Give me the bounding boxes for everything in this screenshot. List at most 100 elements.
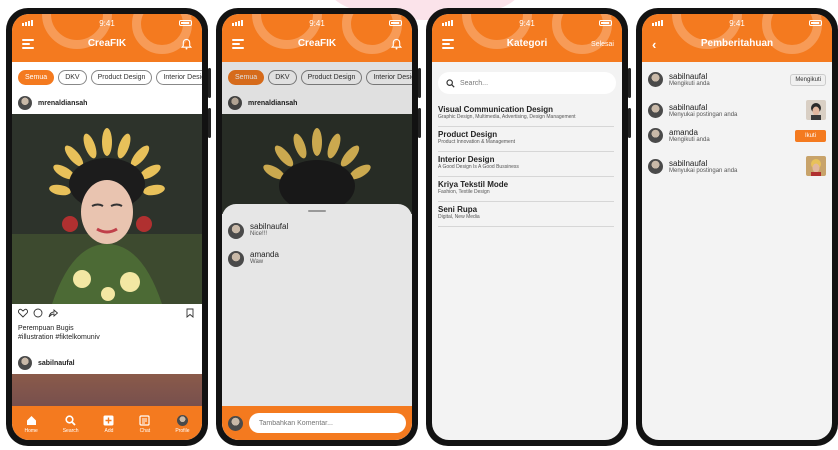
avatar[interactable] [18, 356, 32, 370]
avatar[interactable] [228, 223, 244, 239]
avatar[interactable] [648, 128, 663, 143]
category-item[interactable]: Seni Rupa Digital, New Media [438, 202, 614, 227]
category-subtitle: Product Innovation & Management [438, 139, 515, 145]
notification-action: Menyukai postingan anda [669, 111, 738, 118]
post-thumbnail[interactable] [806, 156, 826, 176]
battery-icon [389, 20, 402, 26]
category-item[interactable]: Interior Design A Good Design Is A Good … [438, 152, 614, 177]
share-icon[interactable] [48, 308, 58, 318]
post-username[interactable]: mrenaldiansah [38, 100, 87, 107]
category-subtitle: Digital, New Media [438, 214, 480, 220]
page-title: Pemberitahuan [700, 38, 774, 49]
category-subtitle: A Good Design Is A Good Bussiness [438, 164, 519, 170]
battery-icon [809, 20, 822, 26]
comment-text: Waw [250, 259, 264, 265]
category-subtitle: Fashion, Textile Design [438, 189, 490, 195]
profile-icon [176, 414, 188, 426]
notification-item[interactable]: sabilnaufal Menyukai postingan anda [648, 100, 826, 120]
comment-author[interactable]: amanda [250, 250, 279, 259]
status-bar: 9:41 [232, 17, 402, 29]
app-bar: 9:41 CreaFIK [12, 14, 202, 62]
notification-user: sabilnaufal [669, 158, 708, 168]
category-chips: Semua DKV Product Design Interior Design [12, 70, 202, 85]
sheet-handle[interactable] [308, 210, 326, 212]
follow-button[interactable]: Ikuti [794, 129, 826, 142]
caption-tags: #illustration #fiktelkomuniv [18, 334, 100, 341]
following-button[interactable]: Mengikuti [790, 73, 826, 86]
app-bar: 9:41 ‹ Pemberitahuan [642, 14, 832, 62]
nav-search[interactable]: Search [63, 414, 79, 434]
post-thumbnail[interactable] [806, 100, 826, 120]
chat-icon [139, 414, 151, 426]
avatar[interactable] [648, 102, 663, 118]
notification-action: Mengikuti anda [669, 81, 710, 87]
app-title: CreaFIK [297, 38, 337, 49]
bottom-nav: Home Search Add Chat Profile [12, 406, 202, 440]
comment-input[interactable] [249, 413, 406, 433]
search-input[interactable]: Search... [460, 80, 488, 87]
notification-action: Mengikuti anda [669, 137, 710, 143]
feed-screen: 9:41 CreaFIK Semua DKV Product Design In… [12, 14, 202, 440]
phone-feed: 9:41 CreaFIK Semua DKV Product Design In… [6, 8, 211, 446]
post-header[interactable]: mrenaldiansah [18, 96, 87, 110]
bell-icon[interactable] [181, 38, 192, 50]
avatar[interactable] [648, 158, 663, 174]
status-time: 9:41 [519, 18, 535, 28]
comment-bar [222, 406, 412, 440]
next-post-header[interactable]: sabilnaufal [18, 356, 75, 370]
category-title: Seni Rupa [438, 205, 478, 214]
home-icon [26, 415, 36, 425]
comment-item: sabilnaufal Nice!!! [228, 222, 288, 239]
category-item[interactable]: Product Design Product Innovation & Mana… [438, 127, 614, 152]
status-time: 9:41 [309, 18, 325, 28]
chip-interior-design[interactable]: Interior Design [156, 70, 202, 85]
status-bar: 9:41 [22, 17, 192, 29]
chip-product-design[interactable]: Product Design [90, 70, 153, 85]
app-title: CreaFIK [87, 38, 127, 49]
avatar[interactable] [648, 72, 663, 87]
heart-icon[interactable] [18, 308, 28, 318]
phone-categories: 9:41 Kategori Selesai Search... Visual C… [426, 8, 631, 446]
notification-user: amanda [669, 128, 698, 137]
phone-notifications: 9:41 ‹ Pemberitahuan sabilnaufal Mengiku… [636, 8, 838, 446]
status-time: 9:41 [729, 18, 745, 28]
chip-dkv[interactable]: DKV [58, 70, 87, 85]
next-post-username[interactable]: sabilnaufal [38, 360, 75, 367]
notification-item[interactable]: sabilnaufal Mengikuti anda Mengikuti [648, 72, 826, 87]
notification-item[interactable]: sabilnaufal Menyukai postingan anda [648, 156, 826, 176]
category-subtitle: Graphic Design, Multimedia, Advertising,… [438, 114, 576, 120]
category-title: Product Design [438, 130, 498, 139]
search-bar[interactable]: Search... [438, 72, 616, 94]
category-item[interactable]: Kriya Tekstil Mode Fashion, Textile Desi… [438, 177, 614, 202]
comment-icon[interactable] [33, 308, 43, 318]
battery-icon [599, 20, 612, 26]
add-icon [103, 415, 114, 425]
avatar [228, 415, 243, 431]
category-title: Interior Design [438, 155, 495, 164]
chip-semua[interactable]: Semua [18, 70, 55, 85]
nav-chat[interactable]: Chat [139, 414, 151, 434]
search-icon [65, 414, 76, 426]
bookmark-icon[interactable] [186, 308, 194, 318]
category-item[interactable]: Visual Communication Design Graphic Desi… [438, 102, 614, 127]
category-list: Visual Communication Design Graphic Desi… [438, 102, 614, 227]
categories-screen: 9:41 Kategori Selesai Search... Visual C… [432, 14, 622, 440]
category-title: Visual Communication Design [438, 105, 553, 114]
status-bar: 9:41 [442, 17, 612, 29]
app-bar: 9:41 CreaFIK [222, 14, 412, 62]
nav-add[interactable]: Add [103, 415, 114, 434]
done-button[interactable]: Selesai [591, 41, 614, 48]
notification-item[interactable]: amanda Mengikuti anda Ikuti [648, 128, 826, 143]
post-actions [18, 308, 58, 318]
notifications-screen: 9:41 ‹ Pemberitahuan sabilnaufal Mengiku… [642, 14, 832, 440]
comment-item: amanda Waw [228, 250, 279, 267]
bell-icon[interactable] [391, 38, 402, 50]
notification-action: Menyukai postingan anda [669, 167, 738, 174]
nav-home[interactable]: Home [24, 415, 38, 434]
avatar[interactable] [18, 96, 32, 110]
comment-author[interactable]: sabilnaufal [250, 222, 288, 231]
post-image[interactable] [12, 114, 202, 304]
nav-profile[interactable]: Profile [175, 414, 190, 434]
comments-sheet: sabilnaufal Nice!!! amanda Waw [222, 204, 412, 440]
avatar[interactable] [228, 251, 244, 267]
